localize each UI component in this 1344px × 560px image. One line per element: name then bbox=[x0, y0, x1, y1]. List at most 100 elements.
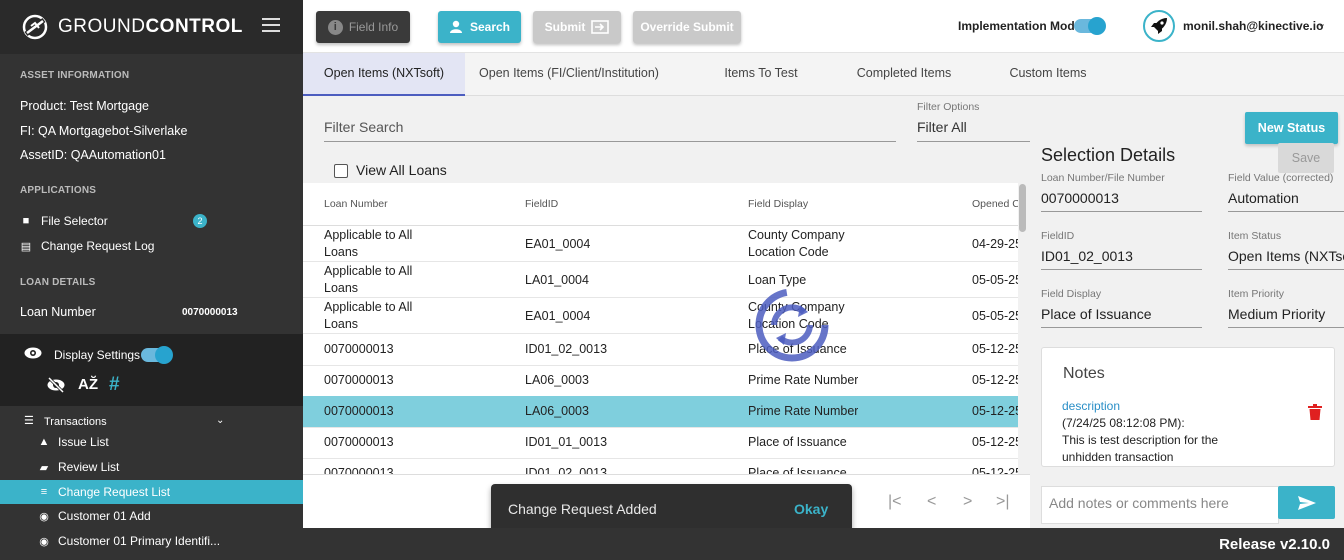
new-status-button[interactable]: New Status bbox=[1245, 112, 1338, 144]
asset-id: AssetID: QAAutomation01 bbox=[20, 148, 166, 162]
sidebar-item-issue-list[interactable]: ▲ Issue List bbox=[0, 430, 303, 454]
implementation-mode-toggle[interactable] bbox=[1074, 17, 1106, 35]
tab-items-to-test[interactable]: Items To Test bbox=[695, 53, 827, 96]
eye-off-icon[interactable] bbox=[46, 377, 66, 393]
previous-page-icon[interactable]: < bbox=[927, 493, 936, 511]
tab-completed-items[interactable]: Completed Items bbox=[839, 53, 969, 96]
table-row[interactable]: Applicable to All Loans EA01_0004 County … bbox=[303, 226, 1018, 262]
brand-logo[interactable]: GROUNDCONTROL bbox=[0, 0, 303, 54]
field-display-label: Field Display bbox=[1041, 288, 1102, 300]
field-underline bbox=[1228, 327, 1344, 328]
asset-product: Product: Test Mortgage bbox=[20, 99, 150, 113]
cell-loan: 0070000013 bbox=[324, 466, 394, 474]
cell-field-display: Prime Rate Number bbox=[748, 404, 859, 418]
field-info-button[interactable]: i Field Info bbox=[316, 11, 410, 43]
rocket-icon bbox=[1151, 18, 1167, 34]
submit-icon bbox=[591, 20, 610, 34]
change-request-list-label: Change Request List bbox=[58, 485, 171, 499]
sidebar-item-change-request-list[interactable]: ≡ Change Request List bbox=[0, 480, 303, 504]
display-settings-toggle[interactable] bbox=[141, 346, 173, 364]
snackbar-okay-button[interactable]: Okay bbox=[794, 501, 828, 517]
tab-custom-items[interactable]: Custom Items bbox=[993, 53, 1103, 96]
cell-field-id: LA06_0003 bbox=[525, 404, 589, 418]
user-email[interactable]: monil.shah@kinective.io bbox=[1183, 19, 1323, 33]
cell-field-display: Place of Issuance bbox=[748, 435, 847, 449]
cell-opened: 05-12-25 bbox=[972, 373, 1018, 387]
last-page-icon[interactable]: >| bbox=[996, 493, 1010, 511]
hash-icon[interactable]: # bbox=[109, 374, 120, 396]
col-opened[interactable]: Opened C bbox=[972, 198, 1018, 210]
view-all-loans-checkbox[interactable] bbox=[334, 164, 348, 178]
tab-open-items-nxtsoft[interactable]: Open Items (NXTsoft) bbox=[303, 53, 465, 96]
search-button[interactable]: Search bbox=[438, 11, 521, 43]
chevron-down-icon[interactable]: ⌄ bbox=[1317, 17, 1326, 30]
field-value-corrected-input[interactable]: Automation bbox=[1228, 190, 1344, 206]
brand-name: GROUNDCONTROL bbox=[58, 16, 243, 37]
col-field-display[interactable]: Field Display bbox=[748, 198, 808, 210]
snackbar-message: Change Request Added bbox=[508, 501, 657, 517]
eye-icon bbox=[24, 347, 42, 359]
implementation-mode-label: Implementation Mode bbox=[958, 19, 1082, 33]
sidebar-item-change-request-log[interactable]: ▤ Change Request Log bbox=[0, 239, 303, 253]
notes-input[interactable]: Add notes or comments here bbox=[1041, 486, 1279, 524]
item-status-label: Item Status bbox=[1228, 230, 1282, 242]
sidebar-item-customer-01-add[interactable]: ◉ Customer 01 Add bbox=[0, 504, 303, 528]
table-row[interactable]: 0070000013 ID01_02_0013 Place of Issuanc… bbox=[303, 458, 1018, 474]
field-value-corrected-label: Field Value (corrected) bbox=[1228, 172, 1334, 184]
col-loan-number[interactable]: Loan Number bbox=[324, 198, 388, 210]
send-note-button[interactable] bbox=[1278, 486, 1335, 519]
folder-icon: ■ bbox=[22, 215, 30, 227]
sidebar-item-file-selector[interactable]: ■ File Selector 2 bbox=[0, 214, 303, 228]
table-row[interactable]: 0070000013 ID01_01_0013 Place of Issuanc… bbox=[303, 427, 1018, 459]
selection-details-title: Selection Details bbox=[1041, 145, 1176, 165]
first-page-icon[interactable]: |< bbox=[888, 493, 902, 511]
table-row[interactable]: Applicable to All Loans LA01_0004 Loan Ty… bbox=[303, 262, 1018, 298]
loading-spinner-icon bbox=[755, 288, 829, 362]
field-underline bbox=[1041, 327, 1202, 328]
table-scrollbar-thumb[interactable] bbox=[1019, 184, 1026, 232]
filter-search-input[interactable]: Filter Search bbox=[324, 119, 403, 135]
tab-open-items-fi[interactable]: Open Items (FI/Client/Institution) bbox=[465, 53, 673, 96]
cell-field-display: Prime Rate Number bbox=[748, 373, 859, 387]
submit-button[interactable]: Submit bbox=[533, 11, 621, 43]
trash-icon[interactable] bbox=[1308, 404, 1322, 420]
sidebar: GROUNDCONTROL ASSET INFORMATION Product:… bbox=[0, 0, 303, 560]
field-underline bbox=[1041, 269, 1202, 270]
cell-opened: 05-12-25 bbox=[972, 342, 1018, 356]
col-field-id[interactable]: FieldID bbox=[525, 198, 558, 210]
filter-options-select[interactable]: Filter All bbox=[917, 119, 967, 135]
filter-options-label: Filter Options bbox=[917, 101, 980, 113]
notes-title: Notes bbox=[1063, 365, 1105, 382]
review-icon: ▰ bbox=[39, 461, 49, 474]
note-text: (7/24/25 08:12:08 PM): This is test desc… bbox=[1062, 416, 1219, 464]
list-icon: ☰ bbox=[24, 415, 34, 427]
table-row[interactable]: Applicable to All Loans EA01_0004 County … bbox=[303, 298, 1018, 334]
field-id-label: FieldID bbox=[1041, 230, 1075, 242]
table-row-selected[interactable]: 0070000013 LA06_0003 Prime Rate Number 0… bbox=[303, 396, 1018, 428]
avatar[interactable] bbox=[1143, 10, 1175, 42]
loan-number-file-value: 0070000013 bbox=[1041, 190, 1119, 206]
note-description-link[interactable]: description bbox=[1062, 399, 1120, 413]
override-submit-button[interactable]: Override Submit bbox=[633, 11, 741, 43]
eye-icon: ◉ bbox=[39, 510, 49, 523]
cell-field-id: LA01_0004 bbox=[525, 273, 589, 287]
table-row[interactable]: 0070000013 ID01_02_0013 Place of Issuanc… bbox=[303, 334, 1018, 366]
item-status-select[interactable]: Open Items (NXTsoft) bbox=[1228, 248, 1344, 264]
item-priority-select[interactable]: Medium Priority bbox=[1228, 306, 1344, 322]
asset-information-title: ASSET INFORMATION bbox=[20, 70, 130, 81]
applications-title: APPLICATIONS bbox=[20, 185, 97, 196]
list-remove-icon: ≡ bbox=[40, 486, 48, 498]
next-page-icon[interactable]: > bbox=[963, 493, 972, 511]
sidebar-item-review-list[interactable]: ▰ Review List bbox=[0, 455, 303, 479]
field-display-value: Place of Issuance bbox=[1041, 306, 1152, 322]
save-button[interactable]: Save bbox=[1278, 143, 1334, 173]
notes-box: Notes description (7/24/25 08:12:08 PM):… bbox=[1041, 347, 1335, 467]
menu-toggle-icon[interactable] bbox=[262, 18, 280, 32]
table-row[interactable]: 0070000013 LA06_0003 Prime Rate Number 0… bbox=[303, 365, 1018, 397]
items-table: Loan Number FieldID Field Display Opened… bbox=[303, 183, 1018, 474]
groundcontrol-logo-icon bbox=[22, 14, 48, 40]
warning-icon: ▲ bbox=[38, 436, 50, 448]
sort-alpha-icon[interactable]: AZ̆ bbox=[78, 376, 98, 393]
sidebar-item-customer-01-primary[interactable]: ◉ Customer 01 Primary Identifi... bbox=[0, 529, 303, 553]
cell-loan: 0070000013 bbox=[324, 435, 394, 449]
